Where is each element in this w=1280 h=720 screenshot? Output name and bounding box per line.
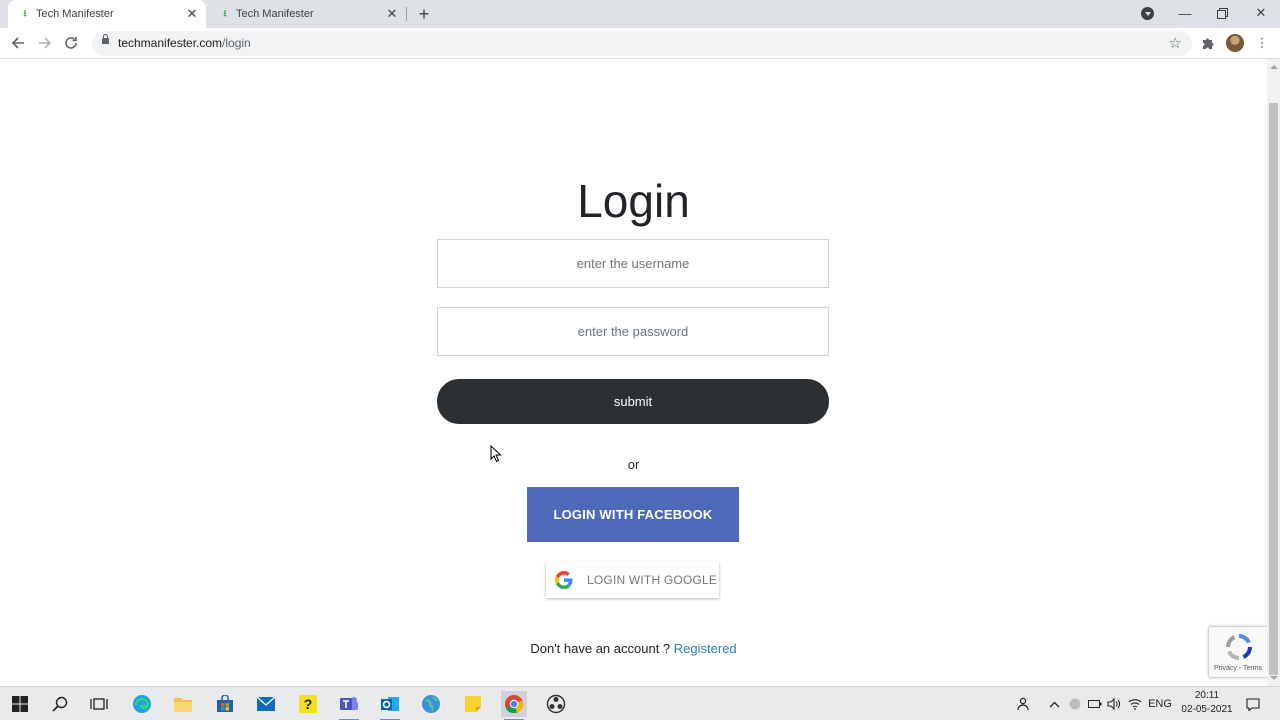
language-indicator[interactable]: ENG [1146,687,1174,720]
close-icon[interactable]: ✕ [184,6,200,22]
scroll-down-icon[interactable] [1270,676,1278,680]
help-icon[interactable]: ? [295,691,321,717]
recaptcha-icon [1226,634,1252,660]
registered-link[interactable]: Registered [674,641,737,656]
tab-search-icon[interactable] [1141,7,1154,20]
page-title: Login [577,175,690,227]
outlook-icon[interactable] [377,691,403,720]
recaptcha-links[interactable]: Privacy - Terms [1209,665,1267,672]
login-page: Login submit or LOGIN WITH FACEBOOK LOGI… [0,59,1268,686]
people-icon[interactable] [1014,687,1034,720]
google-button-label: LOGIN WITH GOOGLE [587,573,718,587]
clock-date: 02-05-2021 [1181,704,1233,715]
puzzle-icon[interactable] [1198,33,1218,53]
tab-tech-manifester-active[interactable]: ⭳ Tech Manifester ✕ [8,0,206,28]
svg-text:?: ? [304,696,313,712]
address-bar[interactable]: techmanifester.com/login ☆ [92,31,1192,56]
globe-icon[interactable] [418,691,444,717]
wifi-icon[interactable] [1126,687,1144,720]
kebab-menu-icon[interactable]: ⋮ [1252,33,1272,53]
star-icon[interactable]: ☆ [1169,34,1182,52]
scrollbar-thumb[interactable] [1269,103,1278,675]
file-explorer-icon[interactable] [170,691,196,717]
minimize-icon[interactable]: — [1167,0,1203,26]
system-clock[interactable]: 20:11 02-05-2021 [1172,689,1242,717]
task-view-icon[interactable] [86,691,112,717]
reload-icon[interactable] [60,32,82,54]
search-icon[interactable] [47,691,73,717]
login-with-google-button[interactable]: LOGIN WITH GOOGLE [546,562,719,598]
windows-taskbar: ? ENG 20:11 02-05-2021 [0,686,1280,720]
notification-icon[interactable] [1243,687,1263,720]
teams-icon[interactable] [336,691,362,720]
sticky-notes-icon[interactable] [460,691,486,717]
or-divider-text: or [627,457,640,472]
username-input[interactable] [437,239,829,288]
battery-icon[interactable] [1086,687,1104,720]
login-with-facebook-button[interactable]: LOGIN WITH FACEBOOK [527,487,739,542]
page-scrollbar[interactable] [1267,59,1280,686]
chevron-up-icon[interactable] [1045,687,1063,720]
window-close-icon[interactable]: ✕ [1243,0,1279,26]
arrow-right-icon[interactable] [34,32,56,54]
mouse-pointer-icon [490,445,502,463]
submit-button[interactable]: submit [437,379,829,424]
download-arrow-icon: ⭳ [23,8,27,18]
mail-icon[interactable] [253,691,279,717]
url-text: techmanifester.com/login [118,36,251,50]
tab-title: Tech Manifester [236,8,314,20]
tab-separator [406,7,407,21]
browser-tab-bar: ⭳ Tech Manifester ✕ ⭳ Tech Manifester ✕ … [0,0,1280,28]
clock-time: 20:11 [1194,690,1220,701]
edge-icon[interactable] [129,691,155,717]
close-icon[interactable]: ✕ [384,6,400,22]
recaptcha-badge[interactable]: Privacy - Terms [1208,626,1268,678]
chrome-icon[interactable] [501,691,527,720]
arrow-left-icon[interactable] [7,32,29,54]
signup-prompt: Don't have an account ? Registered [0,641,1267,656]
windows-start-icon[interactable] [7,691,33,717]
password-input[interactable] [437,307,829,356]
volume-icon[interactable] [1105,687,1123,720]
scroll-up-icon[interactable] [1270,65,1278,69]
google-g-icon [555,571,573,589]
signup-prompt-text: Don't have an account ? [530,641,671,656]
plus-icon[interactable]: + [414,4,434,24]
browser-toolbar: techmanifester.com/login ☆ ⋮ [0,28,1280,59]
tab-title: Tech Manifester [36,8,114,20]
circle-status-icon[interactable] [1066,687,1084,720]
restore-icon[interactable] [1204,0,1240,26]
obs-icon[interactable] [543,691,569,717]
tab-tech-manifester[interactable]: ⭳ Tech Manifester ✕ [208,0,406,28]
download-arrow-icon: ⭳ [223,8,227,18]
store-icon[interactable] [212,691,238,717]
profile-avatar[interactable] [1226,34,1244,52]
lock-icon [102,34,109,44]
